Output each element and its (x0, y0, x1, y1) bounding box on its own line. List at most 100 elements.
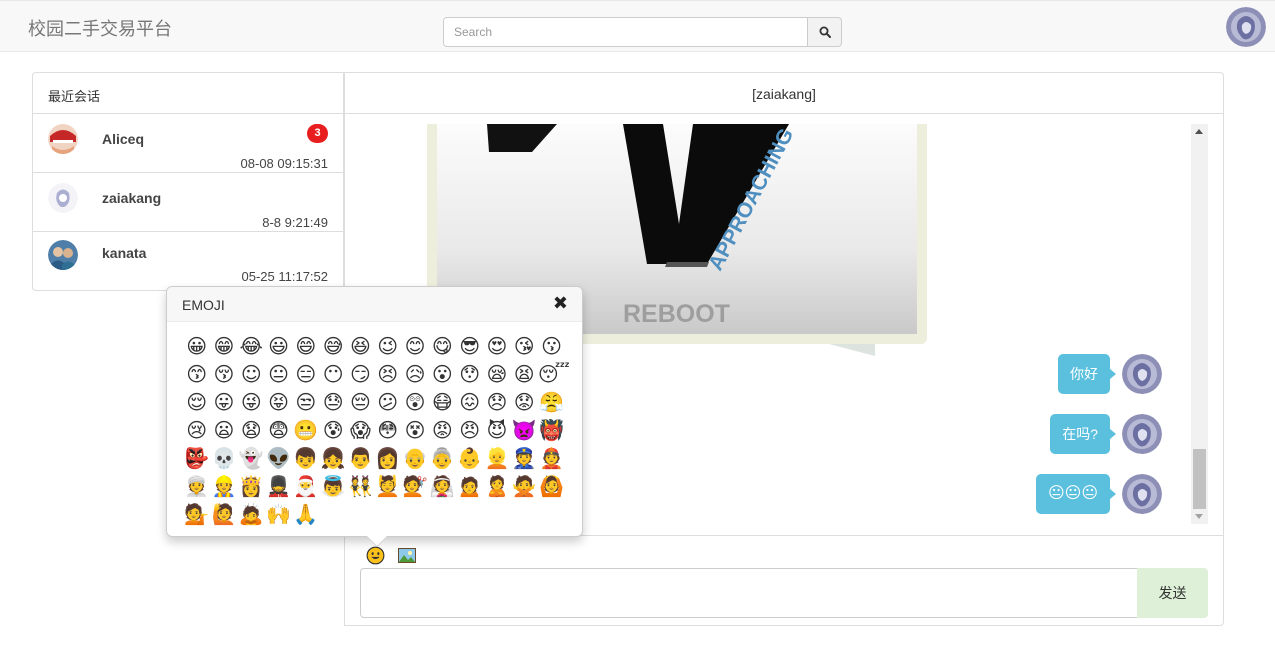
emoji-option[interactable]: 🙏 (292, 500, 319, 528)
emoji-option[interactable]: 👼 (319, 472, 346, 500)
scroll-up-icon[interactable] (1195, 129, 1203, 134)
conversation-item-aliceq[interactable]: Aliceq 3 08-08 09:15:31 (33, 114, 343, 173)
emoji-option[interactable]: 😰 (319, 416, 346, 444)
conversation-item-kanata[interactable]: kanata 05-25 11:17:52 (33, 232, 343, 290)
emoji-option[interactable]: 💁 (183, 500, 210, 528)
message-input[interactable] (360, 568, 1138, 618)
emoji-option[interactable]: 😗 (538, 332, 565, 360)
emoji-option[interactable]: 😶 (319, 360, 346, 388)
emoji-option[interactable]: 😀 (183, 332, 210, 360)
emoji-option[interactable]: 😈 (483, 416, 510, 444)
emoji-option[interactable]: 😛 (210, 388, 237, 416)
emoji-option[interactable]: 👧 (319, 444, 346, 472)
emoji-option[interactable]: 😜 (238, 388, 265, 416)
emoji-option[interactable]: 😤 (538, 388, 565, 416)
emoji-option[interactable]: 😙 (183, 360, 210, 388)
scroll-thumb[interactable] (1193, 449, 1206, 509)
emoji-option[interactable]: 😐 (265, 360, 292, 388)
emoji-option[interactable]: 🙆 (538, 472, 565, 500)
emoji-option[interactable]: 😪 (483, 360, 510, 388)
emoji-option[interactable]: 👺 (183, 444, 210, 472)
user-avatar[interactable] (1226, 7, 1266, 47)
emoji-option[interactable]: 👦 (292, 444, 319, 472)
emoji-option[interactable]: 😅 (319, 332, 346, 360)
emoji-option[interactable]: 😴 (538, 360, 570, 388)
emoji-option[interactable]: 💀 (210, 444, 237, 472)
emoji-option[interactable]: 💂 (265, 472, 292, 500)
send-button[interactable]: 发送 (1137, 568, 1208, 618)
emoji-option[interactable]: 💆 (374, 472, 401, 500)
emoji-option[interactable]: 😃 (265, 332, 292, 360)
emoji-option[interactable]: 😯 (456, 360, 483, 388)
emoji-option[interactable]: 👶 (456, 444, 483, 472)
emoji-option[interactable]: 🙇 (238, 500, 265, 528)
emoji-option[interactable]: 😝 (265, 388, 292, 416)
emoji-option[interactable]: 😏 (347, 360, 374, 388)
emoji-option[interactable]: 😁 (210, 332, 237, 360)
search-button[interactable] (808, 17, 842, 47)
scroll-down-icon[interactable] (1195, 514, 1203, 519)
emoji-option[interactable]: 🙍 (456, 472, 483, 500)
emoji-option[interactable]: 👹 (538, 416, 565, 444)
emoji-option[interactable]: 👰 (429, 472, 456, 500)
emoji-option[interactable]: ☺ (238, 360, 265, 388)
emoji-option[interactable]: 😨 (265, 416, 292, 444)
emoji-option[interactable]: 😌 (183, 388, 210, 416)
emoji-option[interactable]: 😣 (374, 360, 401, 388)
emoji-option[interactable]: 😬 (292, 416, 319, 444)
emoji-option[interactable]: 👿 (511, 416, 538, 444)
emoji-option[interactable]: 👷 (210, 472, 237, 500)
message-bubble[interactable]: 😐😐😐 (1035, 474, 1117, 514)
emoji-option[interactable]: 👴 (401, 444, 428, 472)
search-input[interactable] (443, 17, 808, 47)
emoji-option[interactable]: 😞 (483, 388, 510, 416)
emoji-option[interactable]: 😊 (401, 332, 428, 360)
close-icon[interactable]: ✖ (553, 293, 568, 314)
emoji-option[interactable]: 😡 (429, 416, 456, 444)
emoji-option[interactable]: 😓 (319, 388, 346, 416)
emoji-option[interactable]: 👳 (183, 472, 210, 500)
message-bubble[interactable]: 你好 (1058, 354, 1116, 394)
emoji-option[interactable]: 👻 (238, 444, 265, 472)
emoji-option[interactable]: 😖 (456, 388, 483, 416)
emoji-option[interactable]: 😧 (238, 416, 265, 444)
emoji-option[interactable]: 😫 (511, 360, 538, 388)
emoji-option[interactable]: 😎 (456, 332, 483, 360)
emoji-option[interactable]: 😚 (210, 360, 237, 388)
emoji-picker-button[interactable] (366, 546, 385, 570)
emoji-option[interactable]: 🙅 (511, 472, 538, 500)
emoji-option[interactable]: 💇 (401, 472, 428, 500)
emoji-option[interactable]: 😮 (429, 360, 456, 388)
emoji-option[interactable]: 🙋 (210, 500, 237, 528)
emoji-option[interactable]: 👵 (429, 444, 456, 472)
emoji-option[interactable]: 😂 (238, 332, 265, 360)
emoji-option[interactable]: 😋 (429, 332, 456, 360)
emoji-option[interactable]: 😥 (401, 360, 428, 388)
emoji-option[interactable]: 😑 (292, 360, 319, 388)
emoji-option[interactable]: 👸 (238, 472, 265, 500)
emoji-option[interactable]: 😷 (429, 388, 456, 416)
message-bubble[interactable]: 在吗? (1050, 414, 1116, 454)
emoji-option[interactable]: 😱 (347, 416, 374, 444)
emoji-option[interactable]: 😘 (511, 332, 538, 360)
emoji-option[interactable]: 😵 (401, 416, 428, 444)
emoji-option[interactable]: 😕 (374, 388, 401, 416)
emoji-option[interactable]: 😄 (292, 332, 319, 360)
emoji-option[interactable]: 👽 (265, 444, 292, 472)
emoji-option[interactable]: 😒 (292, 388, 319, 416)
emoji-option[interactable]: 👮 (511, 444, 538, 472)
scrollbar[interactable] (1191, 124, 1208, 524)
emoji-option[interactable]: 😟 (511, 388, 538, 416)
emoji-option[interactable]: 🙎 (483, 472, 510, 500)
emoji-option[interactable]: 👨 (347, 444, 374, 472)
emoji-option[interactable]: 😢 (183, 416, 210, 444)
image-upload-button[interactable] (398, 548, 416, 563)
emoji-option[interactable]: 😠 (456, 416, 483, 444)
emoji-option[interactable]: 😲 (401, 388, 428, 416)
conversation-item-zaiakang[interactable]: zaiakang 8-8 9:21:49 (33, 173, 343, 232)
emoji-option[interactable]: 👩 (374, 444, 401, 472)
emoji-option[interactable]: 👲 (538, 444, 565, 472)
emoji-option[interactable]: 😍 (483, 332, 510, 360)
emoji-option[interactable]: 😔 (347, 388, 374, 416)
emoji-option[interactable]: 😦 (210, 416, 237, 444)
